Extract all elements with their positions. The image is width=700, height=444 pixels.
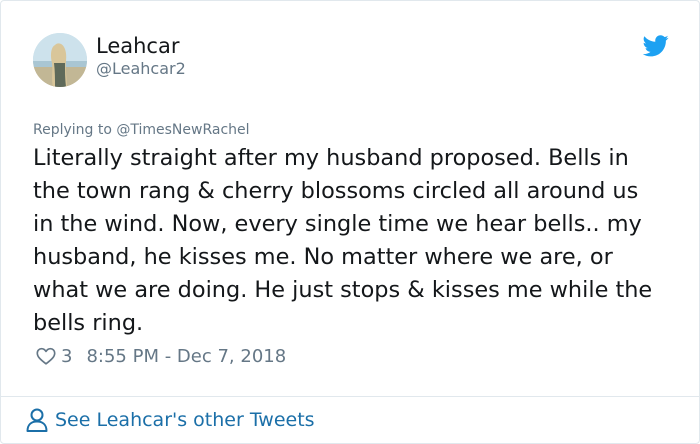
heart-icon[interactable] [35, 345, 57, 367]
profile-photo [33, 33, 87, 87]
avatar[interactable] [33, 33, 87, 87]
tweet-text: Literally straight after my husband prop… [33, 145, 653, 336]
like-count: 3 [61, 345, 73, 367]
footer-link[interactable]: See Leahcar's other Tweets [1, 396, 699, 443]
see-other-tweets-link[interactable]: See Leahcar's other Tweets [55, 409, 315, 431]
replying-to[interactable]: Replying to @TimesNewRachel [33, 121, 250, 139]
handle[interactable]: @Leahcar2 [96, 59, 186, 79]
timestamp[interactable]: 8:55 PM - Dec 7, 2018 [86, 346, 286, 367]
display-name[interactable]: Leahcar [96, 33, 179, 59]
twitter-bird-icon[interactable] [642, 35, 669, 57]
person-icon [25, 407, 49, 433]
tweet-card: Leahcar @Leahcar2 Replying to @TimesNewR… [0, 0, 700, 444]
tweet-meta: 3 8:55 PM - Dec 7, 2018 [35, 344, 286, 368]
